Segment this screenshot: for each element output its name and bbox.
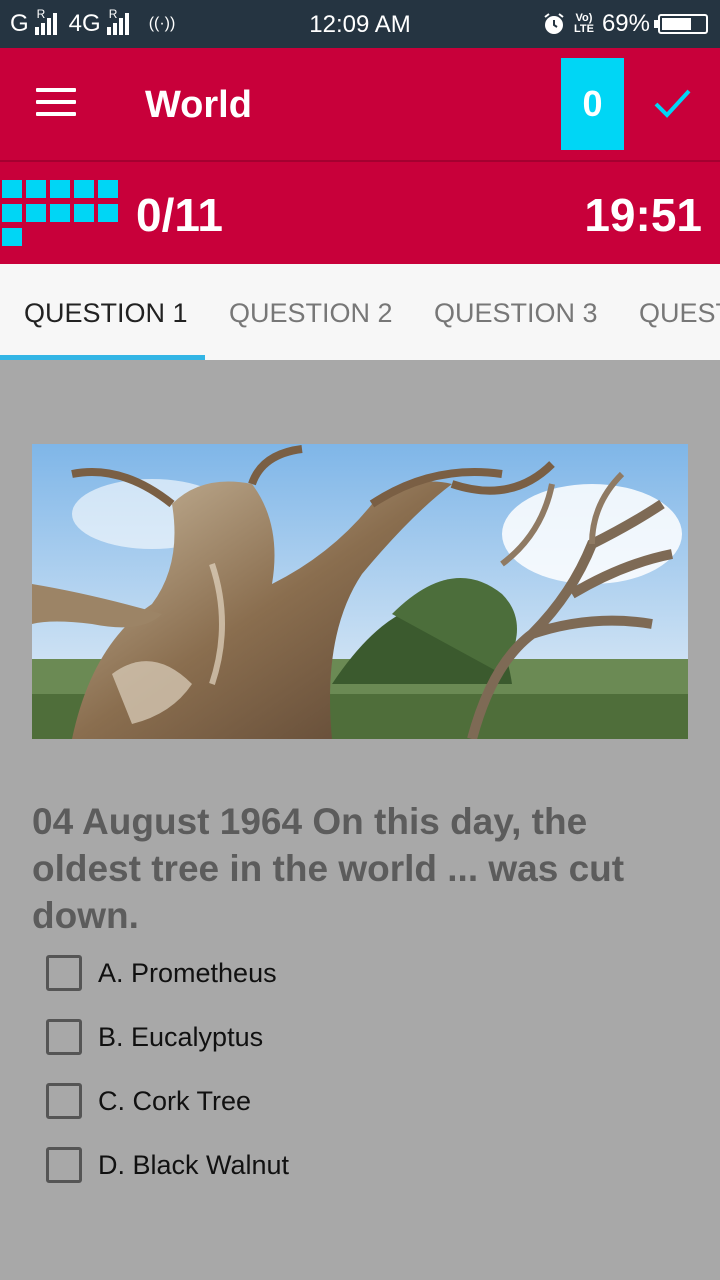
volte-icon: Vo) LTE xyxy=(573,12,594,35)
grid-icon[interactable] xyxy=(0,178,120,248)
option-d[interactable]: D. Black Walnut xyxy=(46,1147,289,1183)
countdown-timer: 19:51 xyxy=(584,189,702,241)
alarm-icon xyxy=(544,13,564,34)
check-icon[interactable] xyxy=(652,86,692,120)
option-b[interactable]: B. Eucalyptus xyxy=(46,1019,263,1055)
menu-icon[interactable] xyxy=(36,88,76,118)
option-b-label: B. Eucalyptus xyxy=(98,1021,264,1052)
option-d-label: D. Black Walnut xyxy=(98,1149,290,1180)
answered-count: 0/11 xyxy=(136,189,223,241)
tab-question-4[interactable]: QUESTION 4 xyxy=(639,264,720,360)
status-bar-right: Vo) LTE 69% xyxy=(542,10,708,38)
progress-bar: 0/11 19:51 xyxy=(0,160,720,264)
question-text: 04 August 1964 On this day, the oldest t… xyxy=(32,801,625,936)
option-c-checkbox[interactable] xyxy=(46,1083,82,1119)
status-bar: G R 4G R ((·)) 12:09 AM Vo) LTE 69% xyxy=(0,0,720,48)
tab-indicator xyxy=(0,355,205,360)
option-c-label: C. Cork Tree xyxy=(98,1085,252,1116)
option-a-checkbox[interactable] xyxy=(46,955,82,991)
option-b-checkbox[interactable] xyxy=(46,1019,82,1055)
option-d-checkbox[interactable] xyxy=(46,1147,82,1183)
battery-icon xyxy=(654,14,708,34)
page-title: World xyxy=(145,84,252,126)
option-c[interactable]: C. Cork Tree xyxy=(46,1083,251,1119)
tab-question-2[interactable]: QUESTION 2 xyxy=(229,264,393,360)
option-a-label: A. Prometheus xyxy=(98,957,277,988)
score-badge: 0 xyxy=(561,58,624,150)
tab-question-1[interactable]: QUESTION 1 xyxy=(24,264,188,360)
question-image xyxy=(32,444,688,739)
option-a[interactable]: A. Prometheus xyxy=(46,955,277,991)
app-bar: World 0 xyxy=(0,48,720,160)
question-tabs: QUESTION 1 QUESTION 2 QUESTION 3 QUESTIO… xyxy=(0,264,720,360)
tab-question-3[interactable]: QUESTION 3 xyxy=(434,264,598,360)
battery-percent: 69% xyxy=(601,10,650,37)
